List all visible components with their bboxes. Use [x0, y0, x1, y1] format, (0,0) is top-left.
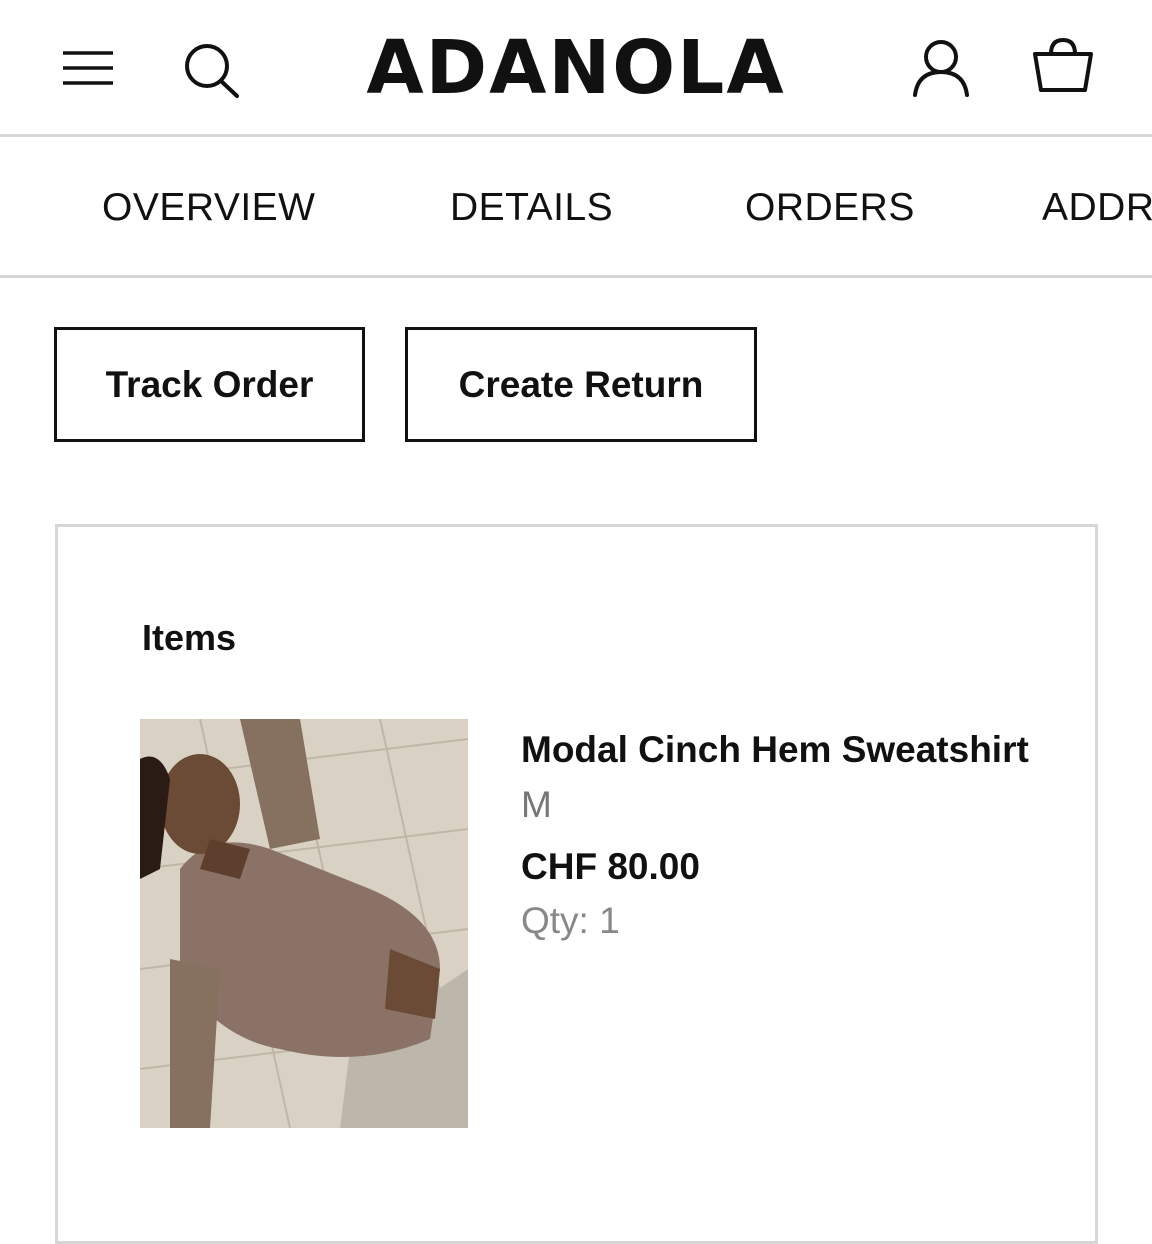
tab-overview[interactable]: OVERVIEW [102, 185, 316, 231]
product-image[interactable] [140, 719, 468, 1128]
items-card: Items Modal Cinch Hem Sweatshirt M CHF 8… [55, 524, 1098, 1244]
shopping-bag-icon[interactable] [1030, 36, 1096, 96]
product-quantity: Qty: 1 [521, 900, 620, 941]
tab-orders[interactable]: ORDERS [745, 185, 915, 231]
product-size: M [521, 784, 552, 825]
create-return-button[interactable]: Create Return [405, 327, 757, 442]
product-name[interactable]: Modal Cinch Hem Sweatshirt [521, 723, 1041, 777]
tab-details[interactable]: DETAILS [450, 185, 613, 231]
product-price: CHF 80.00 [521, 846, 700, 887]
brand-logo[interactable]: ADANOLA [0, 26, 1152, 110]
product-info: Modal Cinch Hem Sweatshirt M CHF 80.00 Q… [521, 723, 1041, 945]
tab-addresses[interactable]: ADDRESSES [1042, 185, 1152, 231]
site-header: ADANOLA [0, 0, 1152, 137]
track-order-button[interactable]: Track Order [54, 327, 365, 442]
account-icon[interactable] [910, 38, 972, 98]
account-tabs: OVERVIEW DETAILS ORDERS ADDRESSES [0, 140, 1152, 278]
items-heading: Items [142, 617, 237, 658]
